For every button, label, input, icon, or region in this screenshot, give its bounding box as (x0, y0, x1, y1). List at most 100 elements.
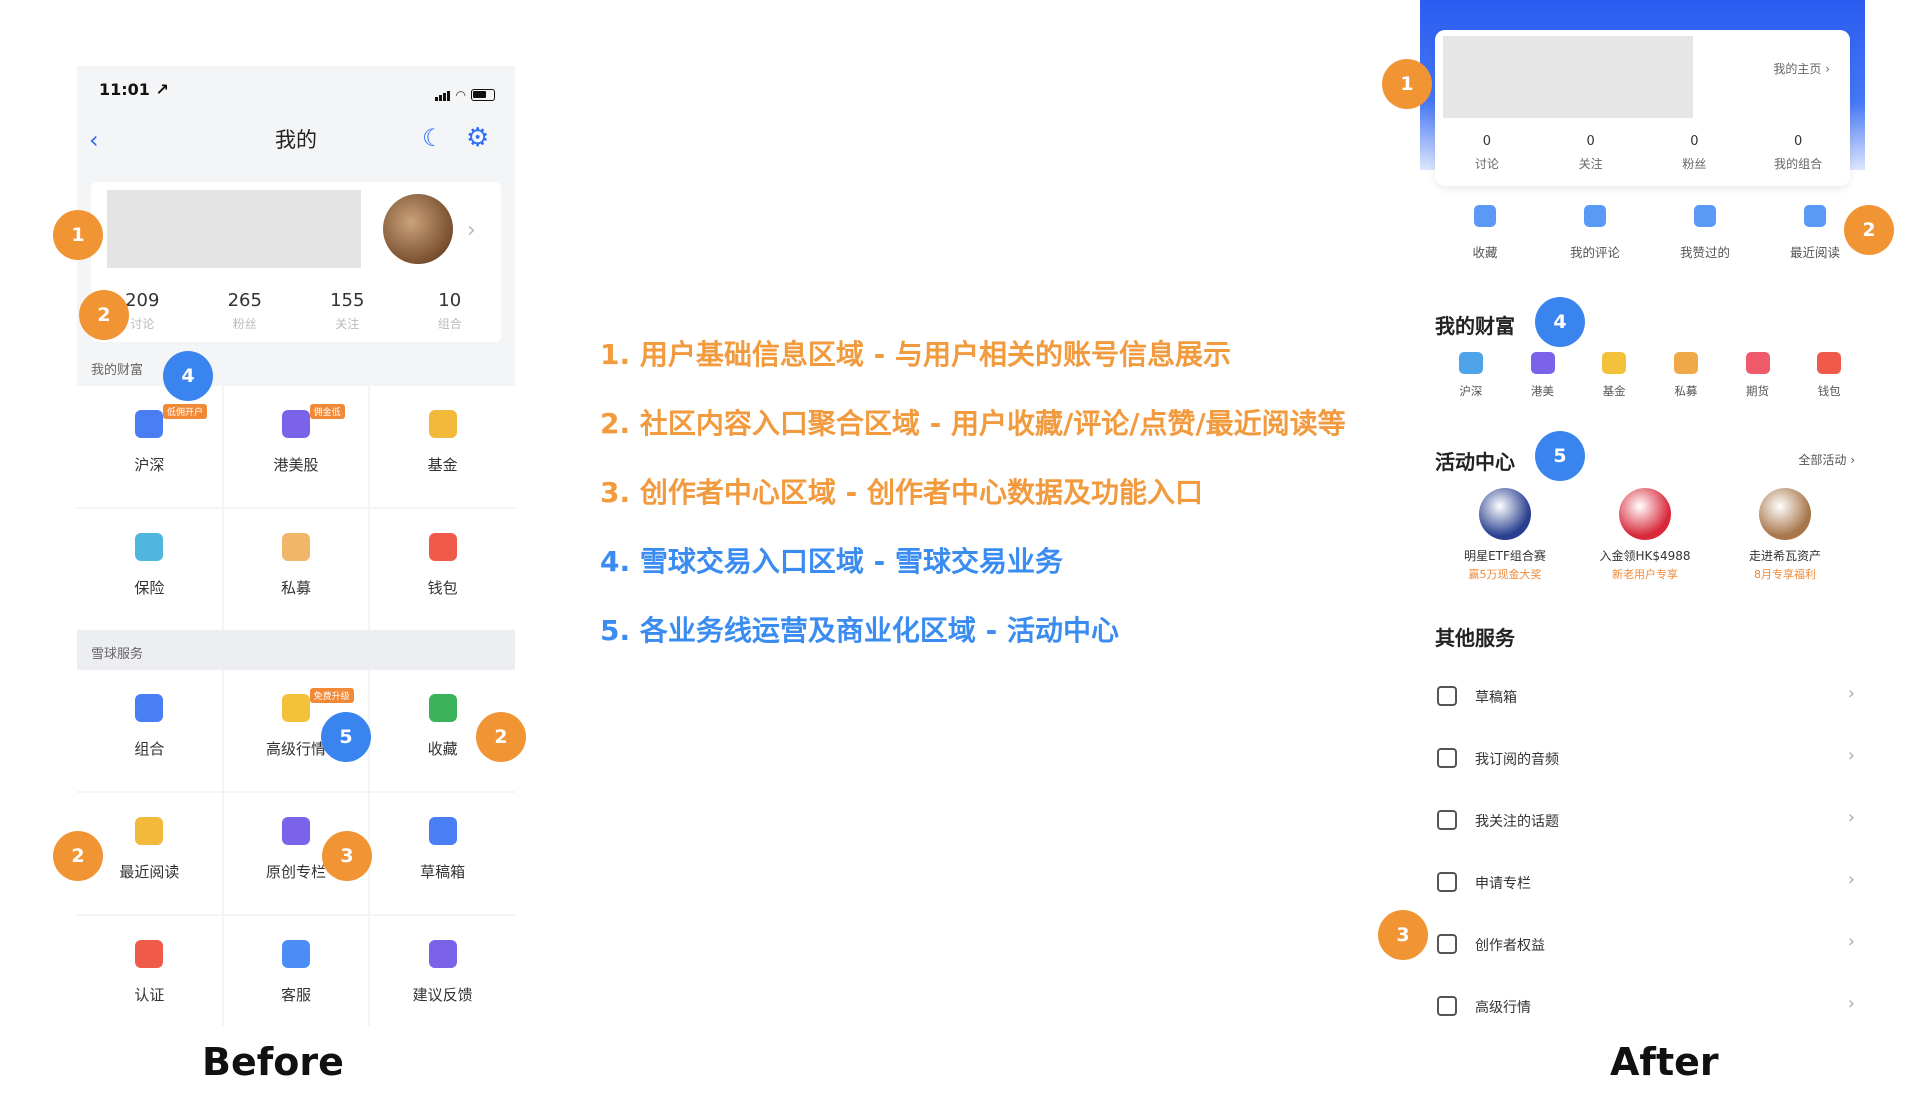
stat-value: 0 (1482, 134, 1492, 149)
wealth-item[interactable]: 港美 (1507, 352, 1579, 399)
battery-icon (471, 89, 495, 101)
stat-value: 0 (1586, 134, 1595, 149)
service-row[interactable]: 高级行情 › (1435, 983, 1855, 1033)
grid-item[interactable]: 组合 (77, 670, 222, 791)
marker-1-before: 1 (53, 210, 103, 260)
marker-4-after: 4 (1535, 297, 1585, 347)
other-services-title: 其他服务 (1435, 626, 1515, 650)
activity-title: 明星ETF组合赛 (1464, 549, 1546, 563)
grid-item-icon (135, 940, 164, 968)
legend-line-4: 4. 雪球交易入口区域 - 雪球交易业务 (600, 545, 1063, 578)
stat-value: 10 (438, 290, 462, 311)
service-icon (1437, 686, 1457, 706)
grid-item[interactable]: 基金 (370, 386, 515, 507)
service-row[interactable]: 创作者权益 › (1435, 921, 1855, 971)
service-row[interactable]: 我订阅的音频 › (1435, 735, 1855, 785)
all-activities-link[interactable]: 全部活动 › (1798, 451, 1855, 468)
stat-label: 粉丝 (1682, 157, 1707, 171)
grid-item[interactable]: 客服 (223, 916, 369, 1026)
stat-item[interactable]: 0 我的组合 (1746, 134, 1850, 172)
stat-item[interactable]: 155 关注 (296, 290, 399, 332)
chevron-right-icon: › (467, 218, 476, 243)
shortcut-label: 我的评论 (1569, 245, 1620, 260)
chevron-right-icon: › (1847, 807, 1855, 828)
stat-label: 关注 (335, 317, 360, 331)
grid-item[interactable]: 认证 (77, 916, 222, 1026)
stat-item[interactable]: 265 粉丝 (194, 290, 297, 332)
wealth-item[interactable]: 期货 (1722, 352, 1794, 399)
grid-item-label: 钱包 (427, 579, 458, 597)
grid-item-icon (428, 533, 457, 561)
grid-item[interactable]: 低佣开户 沪深 (77, 386, 222, 507)
marker-5-before: 5 (321, 712, 371, 762)
grid-item-icon (281, 817, 310, 845)
chevron-right-icon: › (1847, 931, 1855, 952)
avatar[interactable] (383, 194, 453, 264)
promo-badge: 免费升级 (309, 688, 354, 703)
marker-1-after: 1 (1382, 59, 1432, 109)
stat-value: 265 (227, 290, 262, 311)
grid-item[interactable]: 保险 (77, 509, 222, 630)
marker-2-before-stats: 2 (79, 290, 129, 340)
shortcut-item[interactable]: 收藏 (1430, 205, 1540, 261)
username-placeholder (1443, 36, 1693, 118)
service-row[interactable]: 草稿箱 › (1435, 673, 1855, 723)
service-row[interactable]: 我关注的话题 › (1435, 797, 1855, 847)
marker-3-after: 3 (1378, 910, 1428, 960)
community-shortcuts: 收藏 我的评论 我赞过的 最近阅读 (1430, 205, 1870, 261)
marker-3-before: 3 (322, 831, 372, 881)
wealth-section-header: 我的财富 (91, 363, 144, 378)
username-placeholder (107, 190, 361, 268)
grid-item[interactable]: 私募 (223, 509, 369, 630)
activity-subtitle: 8月专享福利 (1754, 568, 1816, 581)
stat-item[interactable]: 0 关注 (1539, 134, 1643, 172)
wealth-item[interactable]: 钱包 (1793, 352, 1865, 399)
activity-item[interactable]: 明星ETF组合赛 赢5万现金大奖 (1435, 488, 1575, 582)
grid-item-icon (428, 694, 457, 722)
shortcut-item[interactable]: 我的评论 (1540, 205, 1650, 261)
stat-value: 0 (1690, 134, 1699, 149)
grid-item[interactable]: 建议反馈 (370, 916, 515, 1026)
stat-item[interactable]: 10 组合 (399, 290, 502, 332)
signal-icon (434, 82, 451, 101)
shortcut-item[interactable]: 我赞过的 (1650, 205, 1760, 261)
wealth-item[interactable]: 私募 (1650, 352, 1722, 399)
activity-image (1619, 488, 1671, 540)
service-row[interactable]: 申请专栏 › (1435, 859, 1855, 909)
service-icon (1437, 996, 1457, 1016)
chevron-right-icon: › (1847, 683, 1855, 704)
grid-item-label: 港美股 (273, 456, 319, 474)
wealth-item[interactable]: 沪深 (1435, 352, 1507, 399)
activity-item[interactable]: 走进希瓦资产 8月专享福利 (1715, 488, 1855, 582)
wealth-grid: 低佣开户 沪深 佣金低 港美股 基金保险 私募钱包 (77, 386, 515, 630)
activity-item[interactable]: 入金领HK$4988 新老用户专享 (1575, 488, 1715, 582)
wealth-title: 我的财富 (1435, 314, 1515, 338)
user-card[interactable]: 我的主页 › 0 讨论 0 关注 0 粉丝 0 我的组合 (1435, 30, 1850, 186)
stat-item[interactable]: 0 讨论 (1435, 134, 1539, 172)
gear-icon[interactable]: ⚙ (466, 123, 489, 153)
night-mode-icon[interactable]: ☾ (422, 124, 444, 152)
service-grid: 组合 免费升级 高级行情 收藏 最近阅读 原创专栏 草稿箱 认证 客服 建议反馈 (77, 670, 515, 1026)
wealth-label: 钱包 (1817, 384, 1841, 398)
user-card[interactable]: › 209 讨论 265 粉丝 155 关注 10 组合 (91, 182, 501, 342)
grid-item-icon (281, 533, 310, 561)
grid-item[interactable]: 佣金低 港美股 (223, 386, 369, 507)
wealth-icon (1602, 352, 1627, 374)
grid-item[interactable]: 钱包 (370, 509, 515, 630)
wealth-item[interactable]: 基金 (1578, 352, 1650, 399)
home-link[interactable]: 我的主页 › (1773, 60, 1830, 77)
shortcut-label: 收藏 (1472, 245, 1498, 260)
legend-line-1: 1. 用户基础信息区域 - 与用户相关的账号信息展示 (600, 338, 1231, 371)
shortcut-icon (1474, 205, 1496, 227)
stat-label: 讨论 (1474, 157, 1499, 171)
marker-2-before-collect: 2 (476, 712, 526, 762)
grid-item-icon (281, 940, 310, 968)
stat-value: 0 (1793, 134, 1803, 149)
stat-item[interactable]: 0 粉丝 (1643, 134, 1747, 172)
chevron-right-icon: › (1847, 869, 1855, 890)
grid-item-icon (428, 940, 457, 968)
nav-bar: ‹ 我的 ☾ ⚙ (77, 112, 515, 162)
chevron-right-icon: › (1847, 745, 1855, 766)
wealth-label: 期货 (1746, 384, 1770, 398)
grid-item[interactable]: 草稿箱 (370, 793, 515, 914)
